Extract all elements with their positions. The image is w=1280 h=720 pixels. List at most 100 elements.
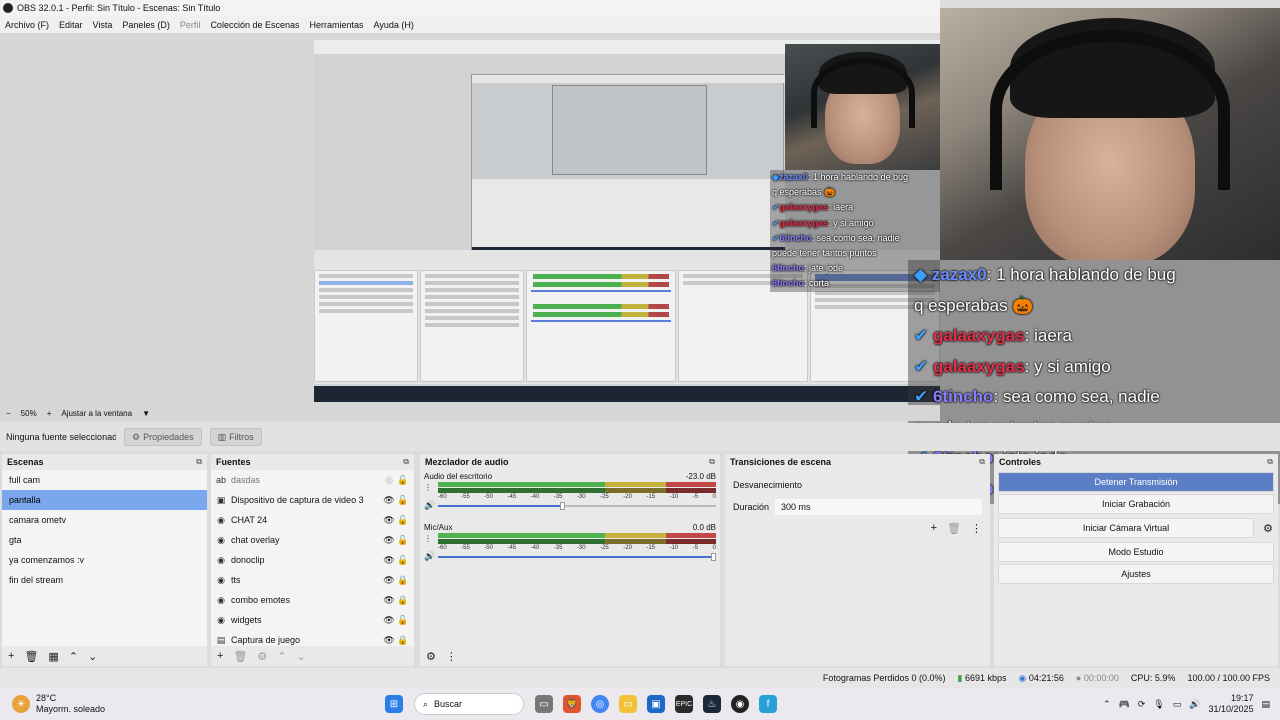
steam-icon[interactable]: ♨ xyxy=(703,695,721,713)
undock-icon[interactable]: ⧉ xyxy=(403,457,409,467)
scene-item[interactable]: gta xyxy=(2,530,207,550)
undock-icon[interactable]: ⧉ xyxy=(196,457,202,467)
stop-stream-button[interactable]: Detener Transmisión xyxy=(998,472,1274,492)
trash-icon[interactable]: 🗑 xyxy=(233,650,247,663)
unlock-icon[interactable]: 🔓 xyxy=(396,515,410,526)
source-item[interactable]: ◉ donoclip 👁 🔓 xyxy=(211,550,414,570)
menu-archivo[interactable]: Archivo (F) xyxy=(0,20,54,30)
mic-icon[interactable]: 🎙 xyxy=(1153,699,1164,710)
task-view-icon[interactable]: ▭ xyxy=(535,695,553,713)
zoom-percent[interactable]: 50% xyxy=(21,409,37,418)
undock-icon[interactable]: ⧉ xyxy=(1267,457,1273,467)
scene-item[interactable]: full cam xyxy=(2,470,207,490)
facebook-icon[interactable]: f xyxy=(759,695,777,713)
eye-icon[interactable]: 👁 xyxy=(382,635,396,646)
gamepad-icon[interactable]: 🎮 xyxy=(1119,699,1130,710)
menu-vista[interactable]: Vista xyxy=(88,20,118,30)
start-virtual-camera-button[interactable]: Iniciar Cámara Virtual xyxy=(998,518,1254,538)
settings-button[interactable]: Ajustes xyxy=(998,564,1274,584)
lock-icon[interactable]: 🔒 xyxy=(396,635,410,646)
eye-icon[interactable]: 👁 xyxy=(382,575,396,586)
sync-icon[interactable]: ⟳ xyxy=(1138,699,1146,710)
source-item[interactable]: ◉ chat overlay 👁 🔓 xyxy=(211,530,414,550)
scene-item[interactable]: fin del stream xyxy=(2,570,207,590)
mixer-settings-icon[interactable]: ⚙ xyxy=(426,650,436,663)
transition-menu-icon[interactable]: ⋮ xyxy=(971,522,982,535)
start-recording-button[interactable]: Iniciar Grabación xyxy=(998,494,1274,514)
filters-button[interactable]: ▥ Filtros xyxy=(209,428,262,446)
menu-ayuda[interactable]: Ayuda (H) xyxy=(369,20,419,30)
properties-button[interactable]: ⚙ Propiedades xyxy=(124,428,202,446)
menu-paneles[interactable]: Paneles (D) xyxy=(117,20,175,30)
add-source-button[interactable]: + xyxy=(217,650,223,662)
fit-window-button[interactable]: Ajustar a la ventana xyxy=(61,409,132,418)
chevron-up-icon[interactable]: ⌃ xyxy=(1103,699,1111,710)
zoom-in-button[interactable]: + xyxy=(47,409,52,418)
eye-icon[interactable]: 👁 xyxy=(382,515,396,526)
speaker-icon[interactable]: 🔊 xyxy=(424,551,438,562)
duration-input[interactable]: 300 ms xyxy=(775,499,982,515)
weather-widget[interactable]: ☀ 28°C Mayorm. soleado xyxy=(0,693,380,715)
menu-editar[interactable]: Editar xyxy=(54,20,88,30)
unlock-icon[interactable]: 🔓 xyxy=(396,555,410,566)
clock[interactable]: 19:17 31/10/2025 xyxy=(1208,693,1253,715)
scene-item-selected[interactable]: pantalla xyxy=(2,490,207,510)
lock-icon[interactable]: 🔒 xyxy=(396,575,410,586)
volume-slider[interactable] xyxy=(438,555,716,558)
eye-hidden-icon[interactable]: ◎ xyxy=(382,475,396,486)
transition-type-select[interactable]: Desvanecimiento xyxy=(725,474,990,496)
chevron-down-icon[interactable]: ▼ xyxy=(142,409,150,418)
scene-item[interactable]: camara ometv xyxy=(2,510,207,530)
chrome-icon[interactable]: ◎ xyxy=(591,695,609,713)
eye-icon[interactable]: 👁 xyxy=(382,595,396,606)
zoom-out-button[interactable]: − xyxy=(6,409,11,418)
lock-icon[interactable]: 🔒 xyxy=(396,595,410,606)
undock-icon[interactable]: ⧉ xyxy=(709,457,715,467)
mixer-menu-icon[interactable]: ⋮ xyxy=(446,650,457,663)
brave-icon[interactable]: 🦁 xyxy=(563,695,581,713)
studio-mode-button[interactable]: Modo Estudio xyxy=(998,542,1274,562)
eye-icon[interactable]: 👁 xyxy=(382,535,396,546)
unlock-icon[interactable]: 🔓 xyxy=(396,495,410,506)
move-up-icon[interactable]: ⌃ xyxy=(277,650,286,663)
notification-icon[interactable]: ▤ xyxy=(1261,699,1270,710)
move-down-icon[interactable]: ⌄ xyxy=(297,650,306,663)
taskbar-search[interactable]: ⌕ Buscar xyxy=(414,693,524,715)
menu-coleccion-escenas[interactable]: Colección de Escenas xyxy=(205,20,304,30)
channel-menu-icon[interactable]: ⋮ xyxy=(424,534,438,543)
eye-icon[interactable]: 👁 xyxy=(382,555,396,566)
unlock-icon[interactable]: 🔓 xyxy=(396,615,410,626)
source-item[interactable]: ◉ combo emotes 👁 🔒 xyxy=(211,590,414,610)
trash-icon[interactable]: 🗑 xyxy=(24,650,38,663)
source-item[interactable]: ◉ CHAT 24 👁 🔓 xyxy=(211,510,414,530)
store-icon[interactable]: ▣ xyxy=(647,695,665,713)
source-item[interactable]: ab dasdas ◎ 🔓 xyxy=(211,470,414,490)
eye-icon[interactable]: 👁 xyxy=(382,615,396,626)
obs-icon[interactable]: ◉ xyxy=(731,695,749,713)
speaker-icon[interactable]: 🔊 xyxy=(424,500,438,511)
file-explorer-icon[interactable]: ▭ xyxy=(619,695,637,713)
gear-icon[interactable]: ⚙ xyxy=(257,650,267,663)
scene-filter-icon[interactable]: ▦ xyxy=(48,650,58,663)
gear-icon[interactable]: ⚙ xyxy=(1258,522,1278,535)
add-transition-button[interactable]: + xyxy=(931,522,937,535)
undock-icon[interactable]: ⧉ xyxy=(979,457,985,467)
unlock-icon[interactable]: 🔓 xyxy=(396,535,410,546)
windows-start-icon[interactable]: ⊞ xyxy=(385,695,403,713)
unlock-icon[interactable]: 🔓 xyxy=(396,475,410,486)
channel-menu-icon[interactable]: ⋮ xyxy=(424,483,438,492)
network-icon[interactable]: ▭ xyxy=(1173,699,1182,710)
source-item[interactable]: ▣ Dispositivo de captura de video 3 👁 🔓 xyxy=(211,490,414,510)
add-scene-button[interactable]: + xyxy=(8,650,14,662)
source-item[interactable]: ◉ widgets 👁 🔓 xyxy=(211,610,414,630)
volume-icon[interactable]: 🔊 xyxy=(1189,699,1200,710)
scene-item[interactable]: ya comenzamos :v xyxy=(2,550,207,570)
move-up-icon[interactable]: ⌃ xyxy=(69,650,78,663)
source-item[interactable]: ▤ Captura de juego 👁 🔒 xyxy=(211,630,414,646)
menu-herramientas[interactable]: Herramientas xyxy=(305,20,369,30)
epic-games-icon[interactable]: EPIC xyxy=(675,695,693,713)
trash-icon[interactable]: 🗑 xyxy=(947,522,961,535)
source-item[interactable]: ◉ tts 👁 🔒 xyxy=(211,570,414,590)
move-down-icon[interactable]: ⌄ xyxy=(88,650,97,663)
eye-icon[interactable]: 👁 xyxy=(382,495,396,506)
